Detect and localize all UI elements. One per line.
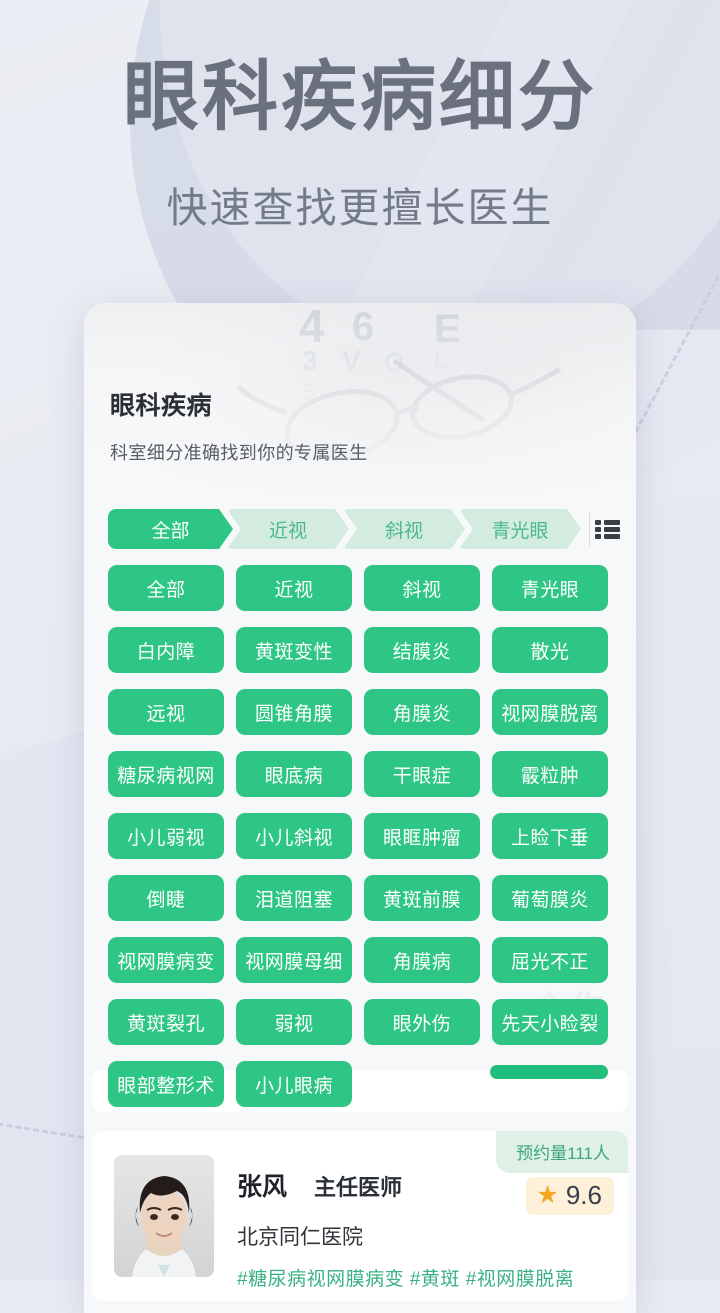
- disease-tag[interactable]: 眼外伤: [364, 999, 480, 1045]
- disease-tag[interactable]: 眼部整形术: [108, 1061, 224, 1107]
- disease-tag[interactable]: 黄斑变性: [236, 627, 352, 673]
- disease-tag[interactable]: 视网膜病变: [108, 937, 224, 983]
- disease-tag[interactable]: 视网膜脱离: [492, 689, 608, 735]
- list-icon-bar: [603, 519, 620, 525]
- disease-tag[interactable]: 眼底病: [236, 751, 352, 797]
- list-icon-dot: [594, 519, 601, 525]
- category-tabbar: 全部 近视 斜视 青光眼: [108, 509, 624, 549]
- disease-tag[interactable]: 葡萄膜炎: [492, 875, 608, 921]
- headline-subtitle: 快速查找更擅长医生: [166, 185, 554, 231]
- disease-tag[interactable]: 弱视: [236, 999, 352, 1045]
- card-page-subtitle: 科室细分准确找到你的专属医生: [110, 443, 368, 463]
- doctor-name: 张风: [237, 1173, 288, 1201]
- disease-tag[interactable]: 全部: [108, 565, 224, 611]
- tab-label: 青光眼: [491, 520, 549, 542]
- list-icon-row: [594, 519, 620, 525]
- disease-tag[interactable]: 黄斑裂孔: [108, 999, 224, 1045]
- disease-tag[interactable]: 黄斑前膜: [364, 875, 480, 921]
- tab-qingguangyan[interactable]: 青光眼: [459, 509, 581, 549]
- doctor-rank: 主任医师: [314, 1175, 403, 1200]
- disease-tag[interactable]: 干眼症: [364, 751, 480, 797]
- tab-label: 斜视: [384, 520, 423, 542]
- disease-tag[interactable]: 角膜病: [364, 937, 480, 983]
- doctor-avatar: [114, 1155, 214, 1277]
- disease-tag[interactable]: 圆锥角膜: [236, 689, 352, 735]
- tab-label: 近视: [268, 520, 307, 542]
- headline-title: 眼科疾病细分: [123, 55, 597, 140]
- disease-tag[interactable]: 结膜炎: [364, 627, 480, 673]
- promo-headline: 眼科疾病细分 快速查找更擅长医生: [0, 60, 720, 234]
- disease-tag[interactable]: 小儿弱视: [108, 813, 224, 859]
- app-screenshot-card: 4 6 E 3 V O L 5 D C R 2 B F 7 P 眼科疾病 科室细…: [84, 303, 636, 1313]
- disease-tag[interactable]: 远视: [108, 689, 224, 735]
- list-icon-bar: [603, 533, 620, 539]
- disease-tag-grid: 全部 近视 斜视 青光眼 白内障 黄斑变性 结膜炎 散光 远视 圆锥角膜 角膜炎…: [108, 565, 612, 1123]
- tab-label: 全部: [151, 520, 190, 542]
- list-icon-dot: [594, 533, 601, 539]
- disease-tag[interactable]: 青光眼: [492, 565, 608, 611]
- doctor-specialty-tags: #糖尿病视网膜病变 #黄斑 #视网膜脱离: [237, 1269, 575, 1290]
- disease-tag[interactable]: 散光: [492, 627, 608, 673]
- list-icon-bar: [603, 526, 620, 532]
- list-icon-row: [594, 533, 620, 539]
- doctor-card[interactable]: 预约量111人 ★ 9.6 张风 主任医师 北京同仁医院 #糖尿病视网膜病变 #…: [92, 1131, 628, 1301]
- disease-tag[interactable]: 眼眶肿瘤: [364, 813, 480, 859]
- booking-count-badge: 预约量111人: [496, 1131, 628, 1173]
- tab-jinshi[interactable]: 近视: [227, 509, 349, 549]
- disease-tag[interactable]: 近视: [236, 565, 352, 611]
- disease-tag[interactable]: 斜视: [364, 565, 480, 611]
- disease-tag[interactable]: 上睑下垂: [492, 813, 608, 859]
- list-icon-row: [594, 526, 620, 532]
- disease-tag[interactable]: 霰粒肿: [492, 751, 608, 797]
- disease-tag[interactable]: 糖尿病视网: [108, 751, 224, 797]
- disease-tag[interactable]: 泪道阻塞: [236, 875, 352, 921]
- disease-tag[interactable]: 倒睫: [108, 875, 224, 921]
- disease-tag[interactable]: 白内障: [108, 627, 224, 673]
- disease-tag[interactable]: 角膜炎: [364, 689, 480, 735]
- disease-tag[interactable]: 屈光不正: [492, 937, 608, 983]
- tab-xieshi[interactable]: 斜视: [343, 509, 465, 549]
- rating-value: 9.6: [565, 1180, 602, 1210]
- star-icon: ★: [536, 1181, 559, 1209]
- disease-tag[interactable]: 小儿眼病: [236, 1061, 352, 1107]
- disease-tag[interactable]: 视网膜母细: [236, 937, 352, 983]
- tab-quanbu[interactable]: 全部: [108, 509, 233, 549]
- card-page-title: 眼科疾病: [110, 392, 213, 420]
- doctor-hospital: 北京同仁医院: [237, 1226, 363, 1249]
- disease-tag-panel: 合作 全部 近视 斜视 青光眼 白内障 黄斑变性 结膜炎 散光 远视 圆锥角膜 …: [84, 555, 636, 1107]
- list-icon-dot: [594, 526, 601, 532]
- disease-tag[interactable]: 小儿斜视: [236, 813, 352, 859]
- disease-tag[interactable]: 先天小睑裂: [492, 999, 608, 1045]
- rating-badge: ★ 9.6: [526, 1177, 614, 1215]
- list-expand-icon[interactable]: [590, 509, 624, 549]
